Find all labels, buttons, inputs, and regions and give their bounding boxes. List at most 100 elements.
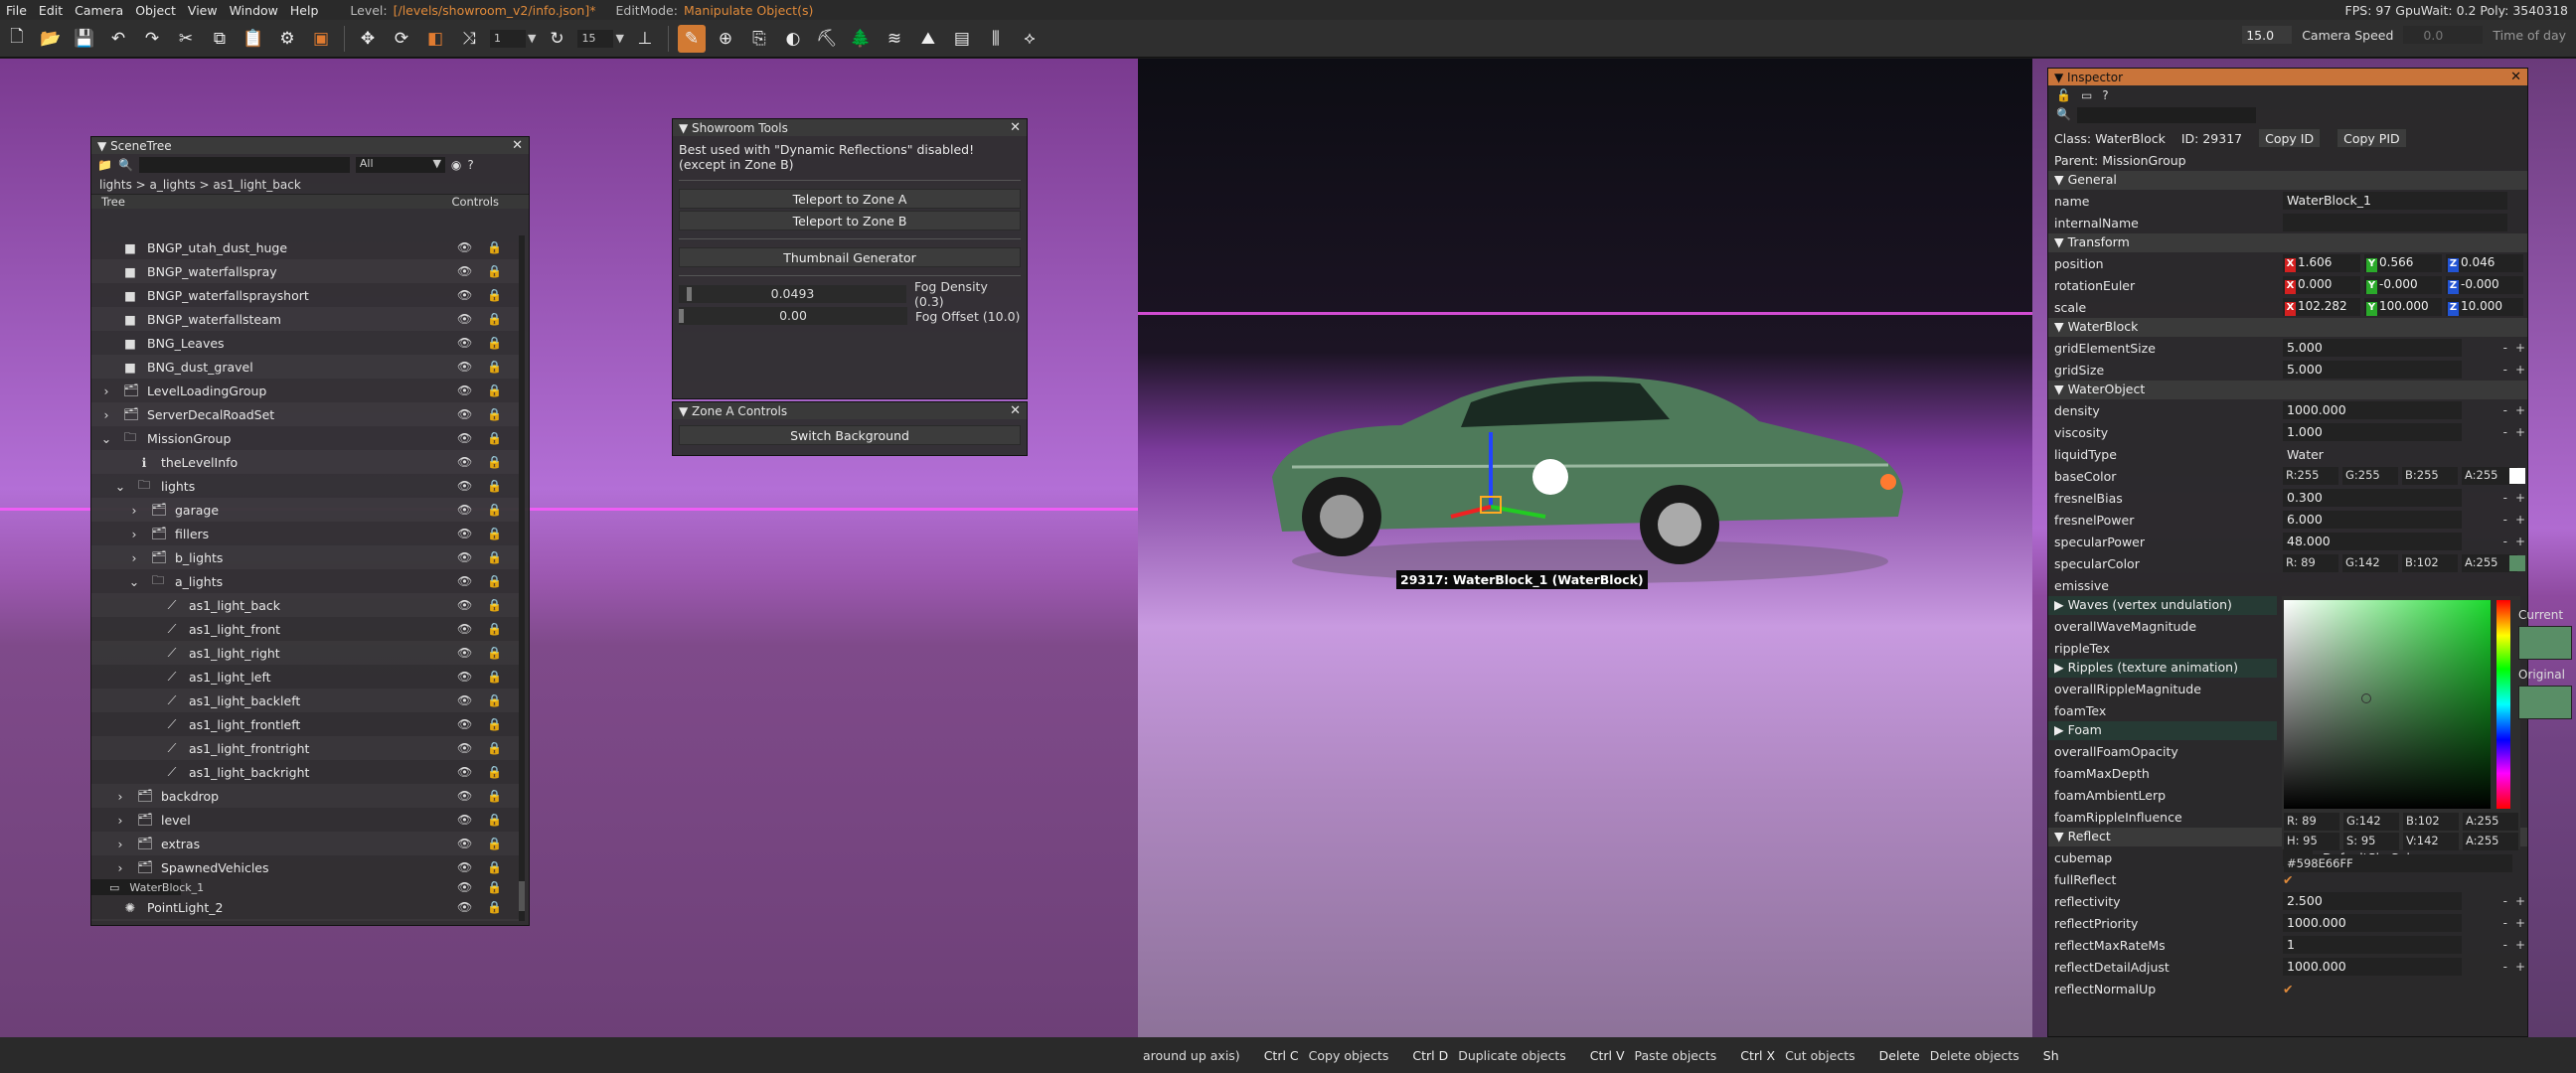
menu-object[interactable]: Object <box>129 3 182 18</box>
expand-chevron-icon[interactable]: › <box>113 789 127 804</box>
teleport-zone-a-button[interactable]: Teleport to Zone A <box>679 189 1021 209</box>
visibility-eye-icon[interactable]: 👁 <box>457 527 472 540</box>
ground-snap-icon[interactable]: ⊥ <box>631 25 659 53</box>
waterobject-section[interactable]: ▼ WaterObject <box>2048 381 2527 399</box>
visibility-eye-icon[interactable]: 👁 <box>457 789 472 803</box>
base-b[interactable]: B:255 <box>2402 467 2458 485</box>
scene-tree-titlebar[interactable]: ▼ SceneTree ✕ <box>91 137 529 154</box>
vehicle-icon[interactable]: ▣ <box>307 25 335 53</box>
lock-icon[interactable]: 🔒 <box>487 598 502 612</box>
scale-z[interactable]: Z 10.000 <box>2446 298 2523 316</box>
terrain-paint-icon[interactable]: ⛏ <box>813 25 841 53</box>
reflect-normal-up-checkbox[interactable]: ✔ <box>2283 982 2293 996</box>
increment-button[interactable]: + <box>2515 535 2525 548</box>
position-y[interactable]: Y 0.566 <box>2364 254 2442 272</box>
tree-row[interactable]: ⟋ as1_light_backright 👁 🔒 <box>91 760 519 784</box>
lock-icon[interactable]: 🔒 <box>487 383 502 397</box>
decrement-button[interactable]: - <box>2503 894 2507 908</box>
increment-button[interactable]: + <box>2515 425 2525 439</box>
fog-density-slider[interactable]: 0.0493 Fog Density (0.3) <box>679 279 1021 309</box>
expand-chevron-icon[interactable]: › <box>127 503 141 518</box>
picker-cursor[interactable] <box>2361 693 2371 703</box>
spec-g[interactable]: G:142 <box>2342 554 2398 572</box>
lock-icon[interactable]: 🔒 <box>487 264 502 278</box>
reflect-priority-input[interactable]: 1000.000 <box>2283 914 2462 932</box>
visibility-eye-icon[interactable]: 👁 <box>457 741 472 755</box>
visibility-eye-icon[interactable]: 👁 <box>457 598 472 612</box>
visibility-eye-icon[interactable]: 👁 <box>457 312 472 326</box>
visibility-eye-icon[interactable]: 👁 <box>457 900 472 914</box>
close-icon[interactable]: ✕ <box>1010 120 1021 135</box>
lock-icon[interactable]: 🔒 <box>487 360 502 374</box>
visibility-eye-icon[interactable]: 👁 <box>457 860 472 874</box>
lock-icon[interactable]: 🔒 <box>487 336 502 350</box>
lock-icon[interactable]: 🔒 <box>487 880 502 894</box>
tree-row[interactable]: › 🗂 fillers 👁 🔒 <box>91 522 519 545</box>
tree-row[interactable]: › 🗂 extras 👁 🔒 <box>91 832 519 855</box>
scrollbar[interactable] <box>519 235 525 921</box>
spec-r[interactable]: R: 89 <box>2283 554 2338 572</box>
waves-section[interactable]: ▶ Waves (vertex undulation) <box>2048 596 2277 615</box>
decrement-button[interactable]: - <box>2503 363 2507 377</box>
pencil-edit-icon[interactable]: ✎ <box>677 24 706 53</box>
waterblock-section[interactable]: ▼ WaterBlock <box>2048 318 2527 337</box>
inspector-search-input[interactable] <box>2076 107 2256 123</box>
increment-button[interactable]: + <box>2515 513 2525 527</box>
visibility-eye-icon[interactable]: 👁 <box>457 693 472 707</box>
expand-chevron-icon[interactable]: › <box>127 550 141 565</box>
fresnel-power-input[interactable]: 6.000 <box>2283 511 2462 529</box>
decrement-button[interactable]: - <box>2503 491 2507 505</box>
filter-dropdown[interactable]: All ▼ <box>355 157 445 173</box>
picker-s[interactable]: S: 95 <box>2343 833 2399 850</box>
close-icon[interactable]: ✕ <box>1010 403 1021 418</box>
menu-camera[interactable]: Camera <box>69 3 129 18</box>
visibility-eye-icon[interactable]: 👁 <box>457 837 472 850</box>
decrement-button[interactable]: - <box>2503 425 2507 439</box>
lock-icon[interactable]: 🔒 <box>487 646 502 660</box>
snap-icon[interactable]: ⤨ <box>455 25 483 53</box>
close-icon[interactable]: ✕ <box>512 138 523 153</box>
copy-icon[interactable]: ⧉ <box>206 25 234 53</box>
tree-row[interactable]: › 🗂 level 👁 🔒 <box>91 808 519 832</box>
foam-section[interactable]: ▶ Foam <box>2048 721 2277 740</box>
teleport-zone-b-button[interactable]: Teleport to Zone B <box>679 211 1021 230</box>
increment-button[interactable]: + <box>2515 363 2525 377</box>
decal-tool-icon[interactable]: ◐ <box>779 25 807 53</box>
lock-icon[interactable]: 🔒 <box>487 860 502 874</box>
specular-color-swatch[interactable] <box>2509 555 2525 571</box>
showroom-titlebar[interactable]: ▼ Showroom Tools ✕ <box>673 119 1027 136</box>
reflectivity-input[interactable]: 2.500 <box>2283 892 2462 910</box>
lock-icon[interactable]: 🔒 <box>487 670 502 684</box>
lock-icon[interactable]: 🔒 <box>487 765 502 779</box>
visibility-eye-icon[interactable]: 👁 <box>457 240 472 254</box>
visibility-eye-icon[interactable]: 👁 <box>457 646 472 660</box>
menu-edit[interactable]: Edit <box>33 3 69 18</box>
visibility-eye-icon[interactable]: 👁 <box>457 383 472 397</box>
tree-row[interactable]: › 🗂 ServerDecalRoadSet 👁 🔒 <box>91 402 519 426</box>
lock-icon[interactable]: 🔒 <box>487 527 502 540</box>
cut-icon[interactable]: ✂ <box>172 25 200 53</box>
visibility-eye-icon[interactable]: 👁 <box>457 455 472 469</box>
zone-a-titlebar[interactable]: ▼ Zone A Controls ✕ <box>673 402 1027 419</box>
visibility-eye-icon[interactable]: 👁 <box>457 717 472 731</box>
lock-icon[interactable]: 🔒 <box>487 900 502 914</box>
snap-angle-value[interactable]: 15 <box>577 29 614 48</box>
tree-row[interactable]: › 🗂 LevelLoadingGroup 👁 🔒 <box>91 379 519 402</box>
grid-size-input[interactable]: 5.000 <box>2283 361 2462 379</box>
base-g[interactable]: G:255 <box>2342 467 2398 485</box>
rotation-z[interactable]: Z -0.000 <box>2446 276 2523 294</box>
tree-row[interactable]: ▭ WaterBlock_1 👁 🔒 <box>91 879 502 895</box>
hue-slider[interactable] <box>2496 600 2510 809</box>
breadcrumb[interactable]: lights > a_lights > as1_light_back <box>91 176 529 194</box>
collapse-arrow-icon[interactable]: ▼ <box>97 139 106 153</box>
switch-background-button[interactable]: Switch Background <box>679 425 1021 445</box>
menu-view[interactable]: View <box>182 3 224 18</box>
picker-r[interactable]: R: 89 <box>2284 813 2339 831</box>
tree-row[interactable]: ⟋ as1_light_right 👁 🔒 <box>91 641 519 665</box>
tree-row[interactable]: ⟋ as1_light_back 👁 🔒 <box>91 593 519 617</box>
tree-row[interactable]: ℹ theLevelInfo 👁 🔒 <box>91 450 519 474</box>
tree-row[interactable]: ✺ PointLight_2 👁 🔒 <box>91 895 519 919</box>
position-z[interactable]: Z 0.046 <box>2446 254 2523 272</box>
help-icon[interactable]: ? <box>2102 88 2108 102</box>
expand-chevron-icon[interactable]: › <box>113 837 127 851</box>
